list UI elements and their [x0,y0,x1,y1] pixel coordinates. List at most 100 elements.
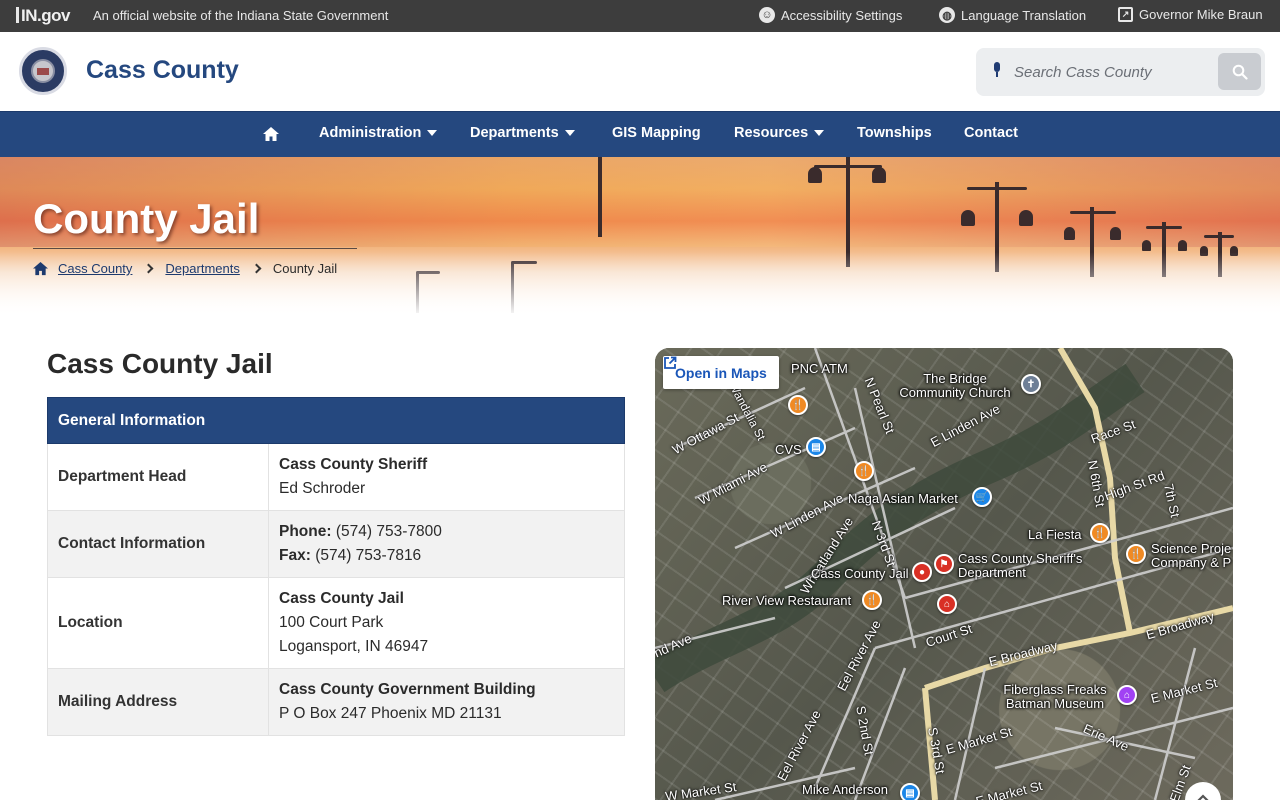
language-translation-link[interactable]: ◍ Language Translation [939,7,1086,23]
county-seal-logo[interactable] [19,47,67,95]
state-banner: IN.gov An official website of the Indian… [0,0,1280,32]
church-pin-icon[interactable]: ✝ [1021,374,1041,394]
external-link-icon: ↗ [1118,7,1133,22]
breadcrumb-link-departments[interactable]: Departments [165,261,239,276]
mailing-name: Cass County Government Building [279,681,536,698]
nav-contact[interactable]: Contact [964,125,1018,141]
nav-resources[interactable]: Resources [734,125,825,141]
dept-head-name: Ed Schroder [279,480,366,497]
chevron-right-icon [143,263,154,274]
governor-link[interactable]: ↗ Governor Mike Braun [1118,7,1263,22]
governor-label: Governor Mike Braun [1139,7,1263,22]
poi-label[interactable]: Mike Anderson [802,783,888,797]
nav-departments-label: Departments [470,125,559,141]
language-label: Language Translation [961,7,1087,23]
accessibility-icon: ☺ [759,7,775,23]
table-row: Location Cass County Jail 100 Court Park… [47,577,625,669]
row-value: Cass County Government Building P O Box … [268,668,625,736]
row-value: Cass County Sheriff Ed Schroder [268,443,625,511]
page-title: County Jail [33,195,260,242]
section-heading: Cass County Jail [47,348,273,379]
chevron-up-icon [1197,794,1209,800]
ingov-logo[interactable]: IN.gov [16,6,70,26]
accessibility-label: Accessibility Settings [781,7,903,23]
table-header: General Information [47,397,625,444]
nav-townships-label: Townships [857,125,932,141]
shopping-bag-pin-icon[interactable]: ▤ [806,437,826,457]
open-in-maps-label: Open in Maps [675,364,767,381]
home-icon[interactable] [32,261,49,276]
location-map[interactable]: W Ottawa St Wandalia St W Miami Ave W Li… [655,348,1233,800]
site-header: Cass County [0,32,1280,111]
chevron-right-icon [251,263,262,274]
nav-home[interactable] [262,126,280,142]
hero-banner: County Jail Cass County Departments Coun… [0,157,1280,317]
museum-pin-icon[interactable]: ⌂ [1117,685,1137,705]
search-input[interactable] [1014,57,1189,87]
poi-label[interactable]: Cass County Jail [811,567,909,581]
poi-label[interactable]: CVS [775,443,802,457]
row-value: Cass County Jail 100 Court Park Loganspo… [268,577,625,669]
table-row: Mailing Address Cass County Government B… [47,668,625,736]
poi-label[interactable]: PNC ATM [791,362,848,376]
poi-label[interactable]: Naga Asian Market [848,492,958,506]
fax-label: Fax: [279,547,311,564]
selected-location-pin-icon[interactable]: ● [912,562,932,582]
table-row: Department Head Cass County Sheriff Ed S… [47,443,625,511]
nav-administration-label: Administration [319,125,422,141]
breadcrumb-current: County Jail [272,261,338,276]
shopping-cart-pin-icon[interactable]: 🛒 [972,487,992,507]
phone-label: Phone: [279,523,332,540]
phone-number[interactable]: (574) 753-7800 [336,523,442,540]
map-expand-control[interactable] [1185,782,1221,800]
poi-label[interactable]: Science Proje Company & P [1151,542,1233,570]
nav-gis-mapping-label: GIS Mapping [612,125,701,141]
government-pin-icon[interactable]: ⌂ [937,594,957,614]
shopping-bag-pin-icon[interactable]: ▤ [900,783,920,800]
search-box [976,48,1265,96]
search-button[interactable] [1218,53,1261,90]
globe-icon: ◍ [939,7,955,23]
dept-head-title: Cass County Sheriff [279,456,428,473]
home-icon [263,127,279,141]
fax-number: (574) 753-7816 [315,547,422,564]
location-city: Logansport, IN 46947 [279,638,429,655]
poi-label[interactable]: River View Restaurant [722,594,851,608]
chevron-down-icon [564,130,575,136]
chevron-down-icon [427,130,438,136]
row-value: Phone: (574) 753-7800 Fax: (574) 753-781… [268,510,625,578]
nav-departments[interactable]: Departments [470,125,575,141]
open-in-maps-button[interactable]: Open in Maps [663,356,779,389]
nav-resources-label: Resources [734,125,809,141]
search-icon [1232,64,1248,80]
nav-administration[interactable]: Administration [319,125,438,141]
restaurant-pin-icon[interactable]: 🍴 [854,461,874,481]
restaurant-pin-icon[interactable]: 🍴 [1126,544,1146,564]
police-pin-icon[interactable]: ⚑ [934,554,954,574]
row-label: Mailing Address [47,668,269,736]
restaurant-pin-icon[interactable]: 🍴 [862,590,882,610]
poi-label[interactable]: Cass County Sheriff's Department [958,552,1088,580]
accessibility-settings-link[interactable]: ☺ Accessibility Settings [759,7,902,23]
official-website-text: An official website of the Indiana State… [93,8,389,23]
main-navigation: Administration Departments GIS Mapping R… [0,111,1280,157]
location-street: 100 Court Park [279,614,384,631]
restaurant-pin-icon[interactable]: 🍴 [1090,523,1110,543]
microphone-icon[interactable] [992,62,1002,78]
poi-label[interactable]: La Fiesta [1028,528,1081,542]
nav-townships[interactable]: Townships [857,125,932,141]
restaurant-pin-icon[interactable]: 🍴 [788,395,808,415]
mailing-address: P O Box 247 Phoenix MD 21131 [279,705,502,722]
external-link-icon [664,356,677,369]
chevron-down-icon [814,130,825,136]
row-label: Location [47,577,269,669]
nav-contact-label: Contact [964,125,1018,141]
row-label: Contact Information [47,510,269,578]
breadcrumb-link-cass-county[interactable]: Cass County [58,261,132,276]
poi-label[interactable]: Fiberglass Freaks Batman Museum [995,683,1115,711]
breadcrumb: Cass County Departments County Jail [32,261,337,276]
title-divider [33,248,357,249]
poi-label[interactable]: The Bridge Community Church [895,372,1015,400]
site-title[interactable]: Cass County [86,56,239,85]
nav-gis-mapping[interactable]: GIS Mapping [612,125,701,141]
